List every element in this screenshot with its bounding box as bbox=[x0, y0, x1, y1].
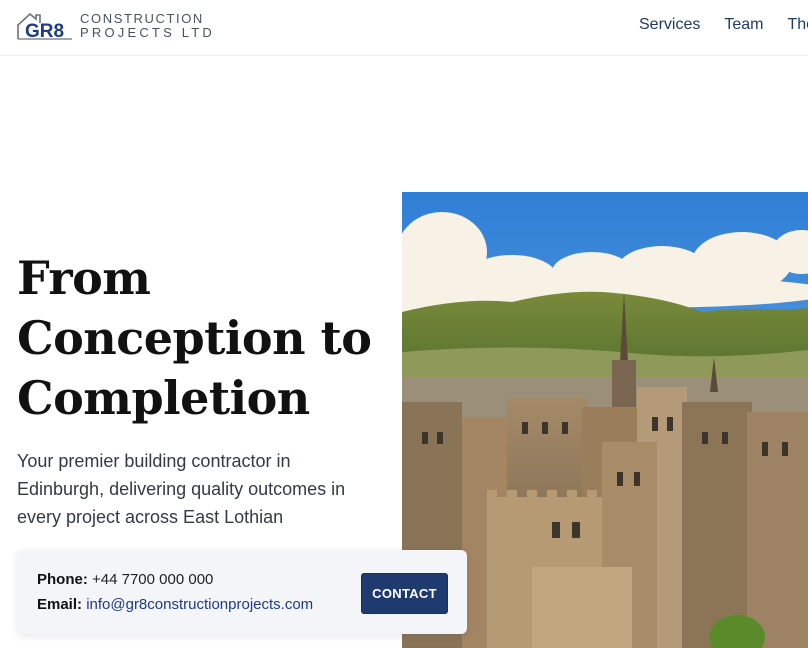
email-line: Email: info@gr8constructionprojects.com bbox=[37, 596, 313, 613]
svg-text:GR8: GR8 bbox=[25, 21, 64, 41]
site-header: GR8 CONSTRUCTION PROJECTS LTD Services T… bbox=[0, 0, 808, 56]
company-logo[interactable]: GR8 CONSTRUCTION PROJECTS LTD bbox=[16, 10, 215, 42]
logo-line-1: CONSTRUCTION bbox=[80, 11, 204, 26]
phone-line: Phone: +44 7700 000 000 bbox=[37, 571, 213, 588]
phone-label: Phone: bbox=[37, 571, 88, 588]
hero-subtitle: Your premier building contractor in Edin… bbox=[17, 451, 346, 527]
hero-title-line-3: Completion bbox=[17, 371, 310, 425]
contact-button[interactable]: CONTACT bbox=[361, 573, 448, 614]
nav-link-team[interactable]: Team bbox=[724, 16, 763, 34]
nav-link-services[interactable]: Services bbox=[639, 16, 700, 34]
house-roof-logo-icon: GR8 bbox=[17, 12, 72, 41]
email-label: Email: bbox=[37, 596, 83, 613]
logo-wordmark: CONSTRUCTION PROJECTS LTD bbox=[80, 12, 215, 40]
nav-link-the[interactable]: The bbox=[787, 16, 808, 34]
email-link[interactable]: info@gr8constructionprojects.com bbox=[86, 596, 313, 613]
hero-title-line-2: Conception to bbox=[17, 311, 372, 365]
contact-card: Phone: +44 7700 000 000 Email: info@gr8c… bbox=[17, 550, 467, 634]
hero-title: From Conception to Completion bbox=[17, 248, 377, 428]
hero-title-line-1: From bbox=[17, 251, 151, 305]
phone-number[interactable]: +44 7700 000 000 bbox=[92, 571, 213, 588]
main-nav: Services Team The bbox=[639, 16, 808, 34]
logo-line-2: PROJECTS LTD bbox=[80, 25, 215, 40]
